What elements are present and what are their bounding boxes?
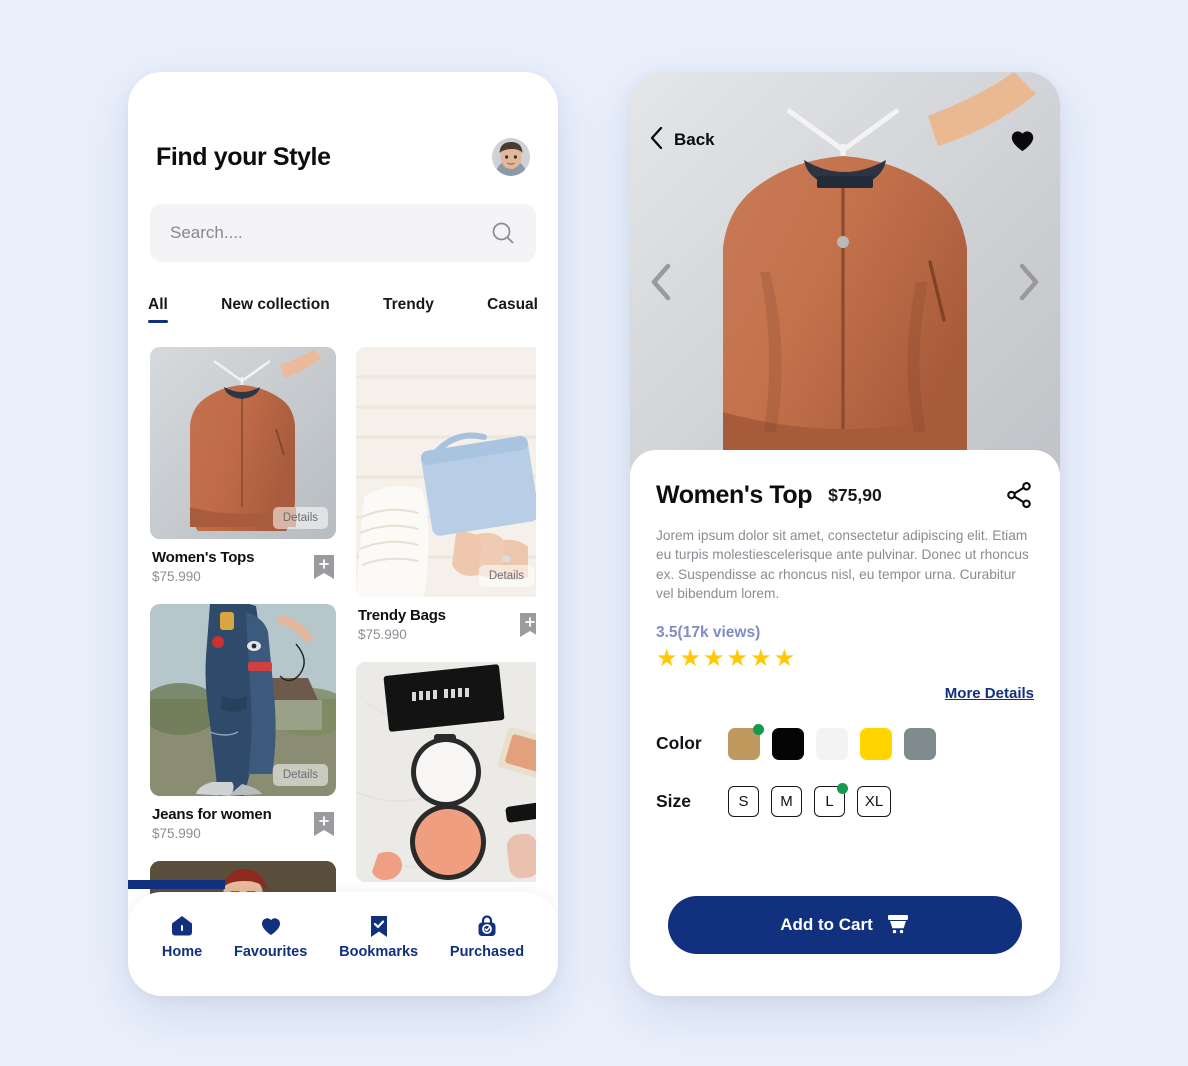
- product-image-trendy-bags[interactable]: Details: [356, 347, 536, 597]
- carousel-prev-button[interactable]: [650, 263, 672, 301]
- product-column-right: Details Trendy Bags $75.990: [356, 347, 536, 902]
- color-swatches: [728, 723, 936, 760]
- product-meta: Jeans for women $75.990: [150, 796, 336, 841]
- search-input[interactable]: [170, 223, 490, 243]
- category-tabs: All New collection Trendy Casual: [148, 296, 538, 323]
- chevron-right-large-icon: [1018, 263, 1040, 305]
- product-text-block: Jeans for women $75.990: [152, 806, 272, 841]
- bookmark-add-icon[interactable]: [520, 613, 536, 637]
- nav-item-favourites[interactable]: Favourites: [234, 914, 307, 960]
- product-text-block: Trendy Bags $75.990: [358, 607, 446, 642]
- details-badge[interactable]: Details: [272, 764, 328, 786]
- tab-new-collection[interactable]: New collection: [221, 296, 330, 323]
- product-name: Jeans for women: [152, 806, 272, 823]
- chevron-left-large-icon: [650, 263, 672, 305]
- product-image-makeup-flatlay[interactable]: [356, 662, 536, 882]
- favourite-button[interactable]: [1007, 126, 1038, 154]
- browse-header: Find your Style: [128, 72, 558, 176]
- home-icon: [170, 914, 194, 938]
- bag-lock-icon: [475, 914, 499, 938]
- product-card-womens-tops[interactable]: Details Women's Tops $75.990: [150, 347, 336, 584]
- nav-item-home[interactable]: Home: [162, 914, 202, 960]
- product-header: Women's Top $75,90: [656, 480, 1034, 510]
- product-name: Women's Tops: [152, 549, 255, 566]
- tab-all[interactable]: All: [148, 296, 168, 323]
- browse-phone-frame: Find your Style Search.... All New colle…: [128, 72, 558, 996]
- bookmark-add-icon[interactable]: [314, 812, 334, 836]
- size-option-xl[interactable]: XL: [857, 785, 891, 817]
- product-price: $75.990: [152, 569, 201, 584]
- search-bar[interactable]: [150, 204, 536, 262]
- back-label: Back: [674, 130, 715, 149]
- color-swatch-black[interactable]: [772, 727, 804, 760]
- nav-label-purchased: Purchased: [449, 944, 525, 960]
- size-options: S M L XL: [728, 782, 891, 817]
- app-canvas: Find your Style Search.... All New colle…: [0, 0, 1188, 1066]
- product-text-block: Women's Tops $75.990: [152, 549, 254, 584]
- product-detail-sheet: Women's Top $75,90 Jorem ipsum dolor sit…: [630, 450, 1060, 996]
- product-image-jeans[interactable]: Details: [150, 604, 336, 796]
- product-name: Trendy Bags: [358, 607, 446, 624]
- rating-views-text: 3.5(17k views): [656, 623, 761, 641]
- size-option-l-label: L: [825, 792, 834, 810]
- product-hero-image[interactable]: Back: [630, 72, 1060, 492]
- product-description: Jorem ipsum dolor sit amet, consectetur …: [656, 528, 1029, 602]
- product-grid: Details Women's Tops $75.990 Details Jea…: [150, 347, 536, 907]
- more-details-link[interactable]: More Details: [656, 685, 1034, 702]
- page-title: Find your Style: [156, 142, 331, 171]
- nav-label-home: Home: [161, 944, 203, 960]
- bookmark-add-icon[interactable]: [314, 555, 334, 579]
- size-label: Size: [656, 790, 692, 811]
- shopping-cart-icon: [886, 912, 910, 939]
- size-option-row: Size S M L XL: [656, 782, 1034, 817]
- tab-trendy[interactable]: Trendy: [383, 296, 434, 323]
- selected-dot: [837, 782, 848, 794]
- product-card-partial-makeup[interactable]: [356, 662, 536, 882]
- selected-dot: [753, 723, 764, 735]
- product-card-jeans-for-women[interactable]: Details Jeans for women $75.990: [150, 604, 336, 841]
- color-swatch-off-white[interactable]: [816, 727, 848, 760]
- detail-phone-frame: Back Women's Top $75,90 Jorem ipsum dolo…: [630, 72, 1060, 996]
- add-to-cart-label: Add to Cart: [780, 915, 873, 934]
- product-meta: Trendy Bags $75.990: [356, 597, 536, 642]
- star-rating: ★★★★★★: [656, 644, 798, 672]
- hero-top-bar: Back: [630, 126, 1060, 154]
- color-swatch-yellow[interactable]: [860, 727, 892, 760]
- product-price: $75.990: [358, 627, 407, 642]
- nav-item-purchased[interactable]: Purchased: [450, 914, 524, 960]
- heart-icon: [259, 914, 283, 938]
- color-swatch-tan[interactable]: [728, 723, 764, 760]
- product-column-left: Details Women's Tops $75.990 Details Jea…: [150, 347, 336, 907]
- size-option-m[interactable]: M: [771, 785, 802, 817]
- scroll-progress-indicator[interactable]: [128, 880, 225, 889]
- color-label: Color: [656, 733, 702, 754]
- product-price: $75.990: [152, 826, 201, 841]
- nav-label-bookmarks: Bookmarks: [339, 944, 419, 960]
- heart-filled-icon: [1007, 131, 1038, 158]
- details-badge[interactable]: Details: [272, 507, 328, 529]
- product-price: $75,90: [828, 484, 882, 505]
- color-swatch-slate-gray[interactable]: [904, 727, 936, 760]
- nav-label-favourites: Favourites: [233, 944, 308, 960]
- product-title: Women's Top: [656, 480, 813, 509]
- product-card-trendy-bags[interactable]: Details Trendy Bags $75.990: [356, 347, 536, 642]
- add-to-cart-button[interactable]: Add to Cart: [668, 896, 1022, 954]
- size-option-s[interactable]: S: [728, 785, 759, 817]
- size-option-l[interactable]: L: [814, 782, 848, 817]
- nav-item-bookmarks[interactable]: Bookmarks: [339, 914, 418, 960]
- bottom-navigation: Home Favourites Bookmarks Purchased: [128, 880, 558, 996]
- carousel-next-button[interactable]: [1018, 263, 1040, 301]
- tab-casual[interactable]: Casual: [487, 296, 538, 323]
- search-icon[interactable]: [490, 220, 516, 246]
- back-button[interactable]: Back: [650, 126, 715, 154]
- color-option-row: Color: [656, 723, 1034, 760]
- share-button[interactable]: [1004, 480, 1034, 510]
- bookmark-check-icon: [367, 914, 391, 938]
- product-image-womens-tops[interactable]: Details: [150, 347, 336, 539]
- details-badge[interactable]: Details: [478, 565, 534, 587]
- user-avatar[interactable]: [492, 138, 530, 176]
- chevron-left-icon: [650, 126, 663, 154]
- product-meta: Women's Tops $75.990: [150, 539, 336, 584]
- share-icon: [1004, 481, 1034, 514]
